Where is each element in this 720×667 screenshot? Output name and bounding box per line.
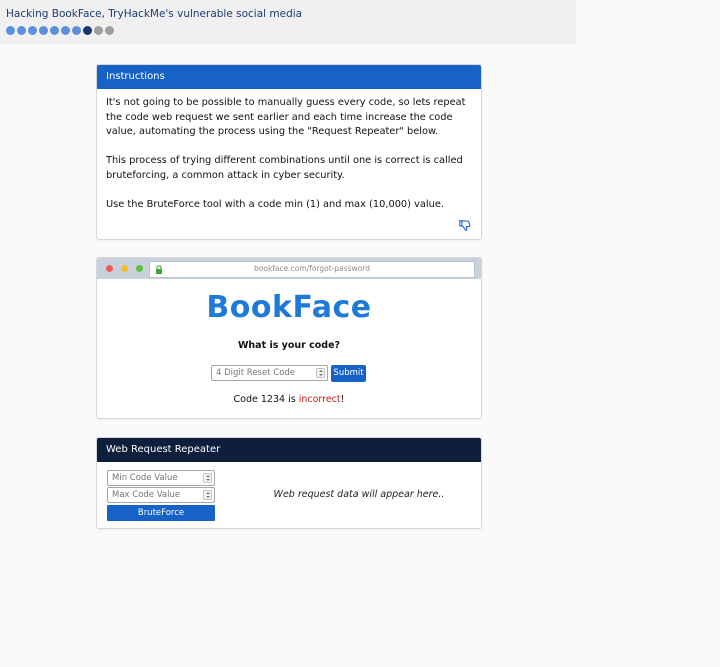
progress-dot-3[interactable] xyxy=(28,26,37,35)
progress-dot-4[interactable] xyxy=(39,26,48,35)
code-result-message: Code 1234 is incorrect! xyxy=(97,394,481,405)
page-title: Hacking BookFace, TryHackMe's vulnerable… xyxy=(6,8,303,20)
progress-dot-6[interactable] xyxy=(61,26,70,35)
close-window-icon[interactable] xyxy=(106,265,113,272)
url-text: bookface.com/forgot-password xyxy=(254,264,370,273)
progress-dot-2[interactable] xyxy=(17,26,26,35)
instructions-header: Instructions xyxy=(97,65,481,89)
web-request-repeater-card: Web Request Repeater Min Code Value Max … xyxy=(96,437,482,529)
min-code-input[interactable]: Min Code Value xyxy=(107,470,215,486)
max-code-input[interactable]: Max Code Value xyxy=(107,487,215,503)
browser-chrome: bookface.com/forgot-password xyxy=(97,258,481,279)
result-prefix: Code 1234 is xyxy=(233,394,299,405)
number-spinner-icon[interactable] xyxy=(316,368,325,378)
max-code-placeholder: Max Code Value xyxy=(112,490,181,500)
instructions-card: Instructions It's not going to be possib… xyxy=(96,64,482,240)
progress-dot-9[interactable] xyxy=(94,26,103,35)
reset-code-placeholder: 4 Digit Reset Code xyxy=(216,368,296,378)
progress-dot-8[interactable] xyxy=(83,26,92,35)
progress-dot-5[interactable] xyxy=(50,26,59,35)
progress-dot-7[interactable] xyxy=(72,26,81,35)
repeater-header: Web Request Repeater xyxy=(97,438,481,462)
instructions-body: It's not going to be possible to manuall… xyxy=(97,89,481,212)
instructions-paragraph: This process of trying different combina… xyxy=(106,155,463,181)
result-suffix: ! xyxy=(340,394,345,405)
progress-dots xyxy=(6,26,114,35)
thumbs-down-icon[interactable] xyxy=(458,218,472,232)
code-question: What is your code? xyxy=(237,340,341,351)
submit-button[interactable]: Submit xyxy=(331,365,366,382)
top-bar: Hacking BookFace, TryHackMe's vulnerable… xyxy=(0,0,576,44)
address-bar[interactable]: bookface.com/forgot-password xyxy=(149,261,475,278)
reset-code-input[interactable]: 4 Digit Reset Code xyxy=(211,365,328,381)
number-spinner-icon[interactable] xyxy=(203,473,212,483)
number-spinner-icon[interactable] xyxy=(203,490,212,500)
progress-dot-1[interactable] xyxy=(6,26,15,35)
bookface-logo: BookFace xyxy=(206,290,372,325)
progress-dot-10[interactable] xyxy=(105,26,114,35)
bruteforce-button[interactable]: BruteForce xyxy=(107,505,215,521)
browser-window: bookface.com/forgot-password BookFace Wh… xyxy=(96,257,482,419)
web-request-output: Web request data will appear here.. xyxy=(273,489,445,500)
instructions-paragraph: Use the BruteForce tool with a code min … xyxy=(106,198,444,210)
min-code-placeholder: Min Code Value xyxy=(112,473,178,483)
minimize-window-icon[interactable] xyxy=(121,265,128,272)
instructions-paragraph: It's not going to be possible to manuall… xyxy=(106,97,466,137)
maximize-window-icon[interactable] xyxy=(136,265,143,272)
result-status: incorrect xyxy=(298,394,341,405)
